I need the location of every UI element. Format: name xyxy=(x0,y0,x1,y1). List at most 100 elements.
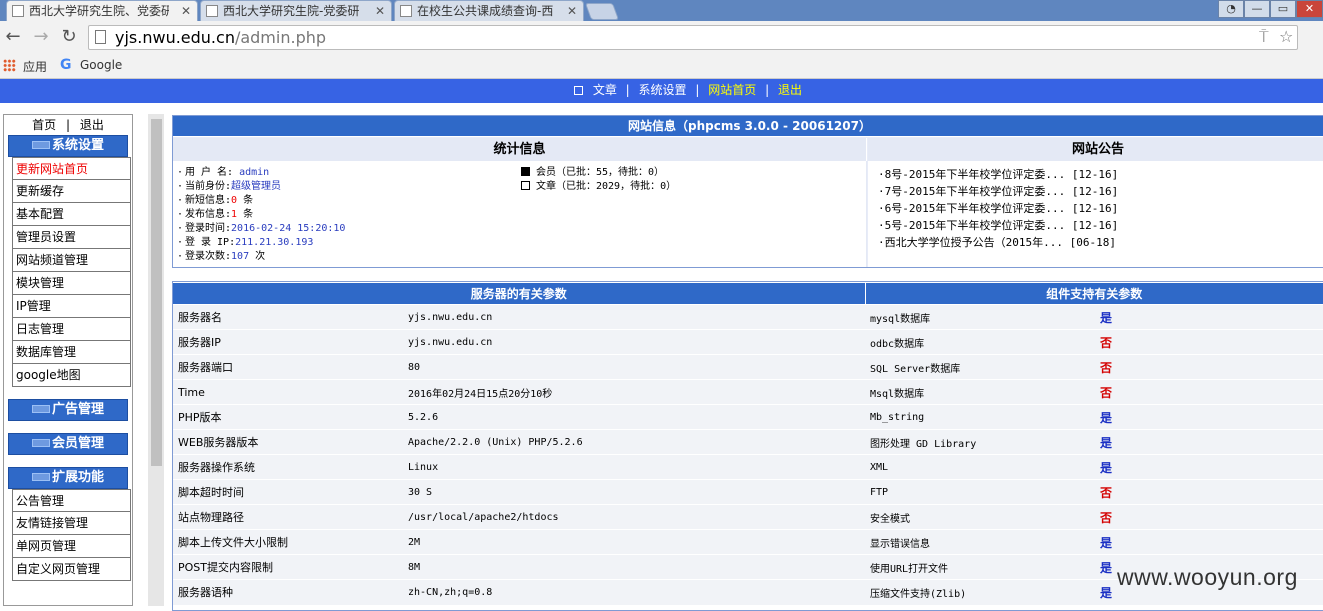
menu-single-page[interactable]: 单网页管理 xyxy=(12,535,131,558)
nav-logout[interactable]: 退出 xyxy=(778,83,802,97)
filled-square-icon xyxy=(521,167,530,176)
forward-arrow-icon[interactable]: → xyxy=(30,26,52,47)
menu-update-home[interactable]: 更新网站首页 xyxy=(12,157,131,180)
sidebar: 首页 | 退出 系统设置 更新网站首页 更新缓存 基本配置 管理员设置 网站频道… xyxy=(3,114,133,606)
login-ip-label: 登 录 IP: xyxy=(185,237,236,248)
menu-friend-links[interactable]: 友情链接管理 xyxy=(12,512,131,535)
sidebar-logout-link[interactable]: 退出 xyxy=(80,118,104,132)
announcement-title[interactable]: 6号-2015年下半年校学位评定委... xyxy=(885,202,1066,215)
close-tab-icon[interactable]: ✕ xyxy=(375,1,385,21)
posts-unit: 条 xyxy=(243,209,254,220)
menu-google-map[interactable]: google地图 xyxy=(12,364,131,387)
browser-tab-1[interactable]: 西北大学研究生院、党委研 ✕ xyxy=(6,0,198,21)
announcement-date: [12-16] xyxy=(1071,202,1119,215)
reload-icon[interactable]: ↻ xyxy=(58,26,80,47)
section-box-icon xyxy=(31,473,50,481)
section-member-management[interactable]: 会员管理 xyxy=(8,433,128,455)
close-tab-icon[interactable]: ✕ xyxy=(567,1,577,21)
table-row: PHP版本 5.2.6 Mb_string 是 xyxy=(173,404,1323,430)
browser-tab-3[interactable]: 在校生公共课成绩查询-西 ✕ xyxy=(394,0,584,21)
bookmark-google[interactable]: Google xyxy=(80,58,122,72)
bookmarks-bar: 应用 G Google xyxy=(0,54,1323,79)
stats-header: 统计信息 xyxy=(173,138,867,161)
param-name: POST提交内容限制 xyxy=(173,554,403,580)
browser-toolbar: ← → ↻ yjs.nwu.edu.cn/admin.php ⍑ ☆ xyxy=(0,21,1323,54)
table-row: WEB服务器版本 Apache/2.2.0 (Unix) PHP/5.2.6 图形处… xyxy=(173,429,1323,455)
minimize-window-button[interactable]: — xyxy=(1244,0,1270,18)
bookmark-apps[interactable]: 应用 xyxy=(23,58,47,75)
sidebar-scrollbar[interactable] xyxy=(148,114,164,606)
address-bar[interactable]: yjs.nwu.edu.cn/admin.php ⍑ ☆ xyxy=(88,25,1298,50)
scrollbar-thumb[interactable] xyxy=(151,119,162,466)
page-info-icon[interactable] xyxy=(95,30,106,44)
announcement-date: [12-16] xyxy=(1071,185,1119,198)
page-favicon-icon xyxy=(12,5,24,17)
param-name: 服务器操作系统 xyxy=(173,454,403,480)
close-window-button[interactable]: ✕ xyxy=(1296,0,1323,18)
announcement-item[interactable]: ·5号-2015年下半年校学位评定委... [12-16] xyxy=(878,217,1323,234)
param-value: zh-CN,zh;q=0.8 xyxy=(403,579,865,605)
section-title: 扩展功能 xyxy=(51,470,104,485)
param-name: 脚本上传文件大小限制 xyxy=(173,529,403,555)
announcement-item[interactable]: ·西北大学学位授予公告（2015年... [06-18] xyxy=(878,234,1323,251)
menu-custom-page[interactable]: 自定义网页管理 xyxy=(12,558,131,581)
nav-system-settings[interactable]: 系统设置 xyxy=(639,83,687,97)
announcement-title[interactable]: 5号-2015年下半年校学位评定委... xyxy=(885,219,1066,232)
nav-separator: | xyxy=(695,83,700,97)
posts-count: 1 xyxy=(231,209,238,220)
content-counts: 会员（已批：55，待批：0） 文章（已批：2029，待批：0） xyxy=(521,166,676,194)
menu-channel-management[interactable]: 网站频道管理 xyxy=(12,249,131,272)
bookmark-star-icon[interactable]: ☆ xyxy=(1279,27,1293,46)
announcement-title[interactable]: 7号-2015年下半年校学位评定委... xyxy=(885,185,1066,198)
menu-module-management[interactable]: 模块管理 xyxy=(12,272,131,295)
component-name: 显示错误信息 xyxy=(865,529,1095,555)
login-time-label: 登录时间: xyxy=(185,223,232,234)
apps-grid-icon[interactable] xyxy=(3,59,16,72)
announcement-title[interactable]: 西北大学学位授予公告（2015年... xyxy=(885,236,1063,249)
login-count-unit: 次 xyxy=(255,251,266,262)
menu-announcement-management[interactable]: 公告管理 xyxy=(12,489,131,512)
maximize-window-button[interactable]: ▭ xyxy=(1270,0,1296,18)
server-params-header: 服务器的有关参数 xyxy=(173,282,866,305)
section-ad-management[interactable]: 广告管理 xyxy=(8,399,128,421)
table-row: 脚本上传文件大小限制 2M 显示错误信息是 xyxy=(173,529,1323,555)
param-value: Linux xyxy=(403,454,865,480)
new-tab-button[interactable] xyxy=(584,3,620,20)
profile-icon[interactable]: ◔ xyxy=(1218,0,1244,18)
section-title: 会员管理 xyxy=(51,436,104,451)
username-value: admin xyxy=(239,167,270,178)
menu-basic-config[interactable]: 基本配置 xyxy=(12,203,131,226)
menu-update-cache[interactable]: 更新缓存 xyxy=(12,180,131,203)
component-name: 压缩文件支持(Zlib) xyxy=(865,579,1095,605)
support-status: 否 xyxy=(1095,379,1323,405)
close-tab-icon[interactable]: ✕ xyxy=(181,1,191,21)
section-extensions[interactable]: 扩展功能 xyxy=(8,467,128,489)
section-system-settings[interactable]: 系统设置 xyxy=(8,135,128,157)
announcement-item[interactable]: ·8号-2015年下半年校学位评定委... [12-16] xyxy=(878,166,1323,183)
nav-articles[interactable]: 文章 xyxy=(593,83,617,97)
param-name: 站点物理路径 xyxy=(173,504,403,530)
section-title: 广告管理 xyxy=(51,402,104,417)
address-url[interactable]: yjs.nwu.edu.cn/admin.php xyxy=(115,28,326,47)
sidebar-home-link[interactable]: 首页 xyxy=(32,118,56,132)
announcement-item[interactable]: ·7号-2015年下半年校学位评定委... [12-16] xyxy=(878,183,1323,200)
table-row: 服务器端口 80 SQL Server数据库否 xyxy=(173,354,1323,380)
announcement-title[interactable]: 8号-2015年下半年校学位评定委... xyxy=(885,168,1066,181)
translate-icon[interactable]: ⍑ xyxy=(1259,27,1269,47)
component-name: odbc数据库 xyxy=(865,329,1095,355)
menu-database-management[interactable]: 数据库管理 xyxy=(12,341,131,364)
menu-admin-settings[interactable]: 管理员设置 xyxy=(12,226,131,249)
component-name: mysql数据库 xyxy=(865,304,1095,330)
announcement-item[interactable]: ·6号-2015年下半年校学位评定委... [12-16] xyxy=(878,200,1323,217)
nav-site-home[interactable]: 网站首页 xyxy=(708,83,756,97)
announcements-list: ·8号-2015年下半年校学位评定委... [12-16] ·7号-2015年下… xyxy=(868,161,1323,267)
menu-log-management[interactable]: 日志管理 xyxy=(12,318,131,341)
browser-tab-2[interactable]: 西北大学研究生院-党委研 ✕ xyxy=(200,0,392,21)
menu-ip-management[interactable]: IP管理 xyxy=(12,295,131,318)
table-row: Time 2016年02月24日15点20分10秒 Msql数据库否 xyxy=(173,379,1323,405)
section-box-icon xyxy=(31,405,50,413)
support-status: 是 xyxy=(1095,454,1323,480)
param-value: Apache/2.2.0 (Unix) PHP/5.2.6 xyxy=(403,429,865,455)
back-arrow-icon[interactable]: ← xyxy=(2,26,24,47)
param-value: 30 S xyxy=(403,479,865,505)
